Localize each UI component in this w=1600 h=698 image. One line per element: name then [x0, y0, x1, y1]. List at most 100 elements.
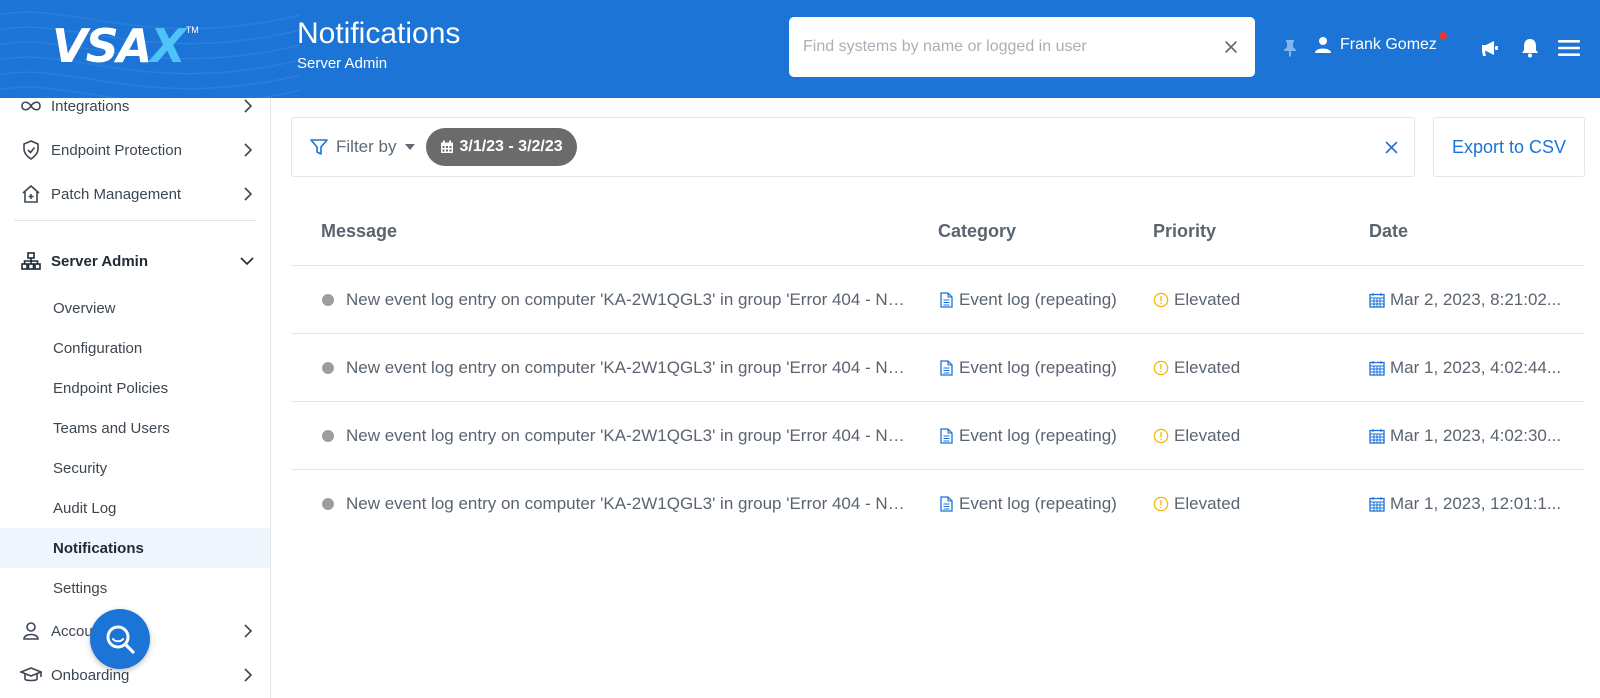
table-row[interactable]: New event log entry on computer 'KA-2W1Q… — [291, 334, 1585, 402]
user-alert-dot — [1438, 32, 1447, 40]
page-subtitle: Server Admin — [297, 55, 388, 72]
filter-bar: Filter by 3/1/23 - 3/2/23 — [291, 117, 1415, 177]
magnifier-icon — [106, 625, 135, 654]
sidebar-subitem-label: Notifications — [53, 539, 144, 557]
date-cell: Mar 1, 2023, 4:02:44... — [1369, 334, 1581, 402]
page-heading: Notifications Server Admin — [297, 15, 460, 74]
date-text: Mar 1, 2023, 4:02:44... — [1390, 358, 1562, 377]
document-icon — [938, 291, 954, 309]
priority-text: Elevated — [1174, 426, 1241, 445]
priority-text: Elevated — [1174, 494, 1241, 513]
sidebar-subitem-settings[interactable]: Settings — [0, 568, 270, 608]
priority-cell: Elevated — [1153, 402, 1353, 470]
sidebar-subitem-label: Endpoint Policies — [53, 379, 169, 397]
column-header-category[interactable]: Category — [938, 221, 1016, 242]
user-menu[interactable]: Frank Gomez — [1314, 32, 1447, 54]
chevron-down-icon — [240, 257, 254, 266]
sidebar-item-integrations[interactable]: Integrations — [0, 98, 270, 127]
sidebar-subitem-audit-log[interactable]: Audit Log — [0, 488, 270, 528]
calendar-icon — [1369, 495, 1385, 513]
category-text: Event log (repeating) — [959, 494, 1117, 513]
column-header-priority[interactable]: Priority — [1153, 221, 1216, 242]
sidebar-subitem-endpoint-policies[interactable]: Endpoint Policies — [0, 368, 270, 408]
sidebar-subitem-configuration[interactable]: Configuration — [0, 328, 270, 368]
user-name: Frank Gomez — [1340, 36, 1437, 53]
megaphone-icon[interactable] — [1478, 36, 1502, 60]
message-text: New event log entry on computer 'KA-2W1Q… — [346, 290, 912, 309]
unread-dot — [322, 294, 334, 306]
sidebar-section-label: Server Admin — [51, 252, 148, 270]
table-row[interactable]: New event log entry on computer 'KA-2W1Q… — [291, 266, 1585, 334]
category-text: Event log (repeating) — [959, 290, 1117, 309]
infinity-icon — [20, 98, 42, 117]
category-cell: Event log (repeating) — [938, 402, 1138, 470]
chevron-right-icon — [244, 99, 253, 113]
priority-text: Elevated — [1174, 290, 1241, 309]
sidebar-nav: Integrations Endpoint Protection Patch M… — [0, 98, 271, 698]
date-text: Mar 1, 2023, 4:02:30... — [1390, 426, 1562, 445]
sidebar-subitem-notifications[interactable]: Notifications — [0, 528, 270, 568]
document-icon — [938, 427, 954, 445]
category-cell: Event log (repeating) — [938, 266, 1138, 334]
system-search — [789, 17, 1255, 77]
date-range-chip[interactable]: 3/1/23 - 3/2/23 — [426, 128, 577, 166]
sidebar-item-endpoint-protection[interactable]: Endpoint Protection — [0, 129, 270, 171]
pin-icon[interactable] — [1278, 36, 1302, 60]
hamburger-menu-icon[interactable] — [1557, 36, 1581, 60]
message-text: New event log entry on computer 'KA-2W1Q… — [346, 494, 912, 513]
warning-circle-icon — [1153, 359, 1169, 377]
vsax-logo[interactable]: VSAX TM — [52, 19, 199, 73]
document-icon — [938, 359, 954, 377]
shield-check-icon — [20, 139, 42, 161]
chevron-right-icon — [244, 624, 253, 638]
date-cell: Mar 2, 2023, 8:21:02... — [1369, 266, 1581, 334]
sidebar-subitem-label: Configuration — [53, 339, 143, 357]
sidebar-subitem-label: Security — [53, 459, 108, 477]
message-text: New event log entry on computer 'KA-2W1Q… — [346, 426, 912, 445]
table-row[interactable]: New event log entry on computer 'KA-2W1Q… — [291, 470, 1585, 538]
date-text: Mar 1, 2023, 12:01:1... — [1390, 494, 1562, 513]
search-clear-icon[interactable] — [1221, 37, 1241, 57]
category-text: Event log (repeating) — [959, 358, 1117, 377]
category-text: Event log (repeating) — [959, 426, 1117, 445]
clear-filter-icon[interactable] — [1382, 138, 1400, 156]
column-header-date[interactable]: Date — [1369, 221, 1408, 242]
sidebar-section-server-admin[interactable]: Server Admin — [0, 240, 270, 282]
logo-text: VSAX — [52, 19, 186, 73]
priority-text: Elevated — [1174, 358, 1241, 377]
search-assistant-button[interactable] — [90, 609, 150, 669]
export-csv-button[interactable]: Export to CSV — [1433, 117, 1585, 177]
logo-trademark: TM — [185, 25, 199, 35]
bell-icon[interactable] — [1518, 36, 1542, 60]
search-input[interactable] — [803, 38, 1221, 56]
date-cell: Mar 1, 2023, 4:02:30... — [1369, 402, 1581, 470]
sidebar-subitem-overview[interactable]: Overview — [0, 288, 270, 328]
filter-by-label: Filter by — [336, 137, 397, 156]
message-cell: New event log entry on computer 'KA-2W1Q… — [322, 266, 912, 334]
calendar-icon — [1369, 427, 1385, 445]
warning-circle-icon — [1153, 291, 1169, 309]
date-text: Mar 2, 2023, 8:21:02... — [1390, 290, 1562, 309]
chevron-right-icon — [244, 143, 253, 157]
unread-dot — [322, 362, 334, 374]
priority-cell: Elevated — [1153, 334, 1353, 402]
sitemap-icon — [20, 250, 42, 272]
warning-circle-icon — [1153, 427, 1169, 445]
filter-funnel-icon — [310, 139, 328, 155]
sidebar-subitem-security[interactable]: Security — [0, 448, 270, 488]
sidebar-divider — [14, 220, 257, 221]
sidebar-item-patch-management[interactable]: Patch Management — [0, 173, 270, 215]
sidebar-subitem-label: Overview — [53, 299, 116, 317]
logo-text-x: X — [150, 19, 185, 73]
sidebar-subitem-label: Teams and Users — [53, 419, 170, 437]
calendar-icon — [441, 140, 454, 153]
column-header-message[interactable]: Message — [321, 221, 397, 242]
table-row[interactable]: New event log entry on computer 'KA-2W1Q… — [291, 402, 1585, 470]
chevron-right-icon — [244, 187, 253, 201]
filter-by-dropdown[interactable]: Filter by — [310, 137, 416, 157]
user-icon — [20, 620, 42, 642]
caret-down-icon — [405, 144, 416, 150]
unread-dot — [322, 498, 334, 510]
sidebar-subitem-teams-and-users[interactable]: Teams and Users — [0, 408, 270, 448]
message-cell: New event log entry on computer 'KA-2W1Q… — [322, 470, 912, 538]
